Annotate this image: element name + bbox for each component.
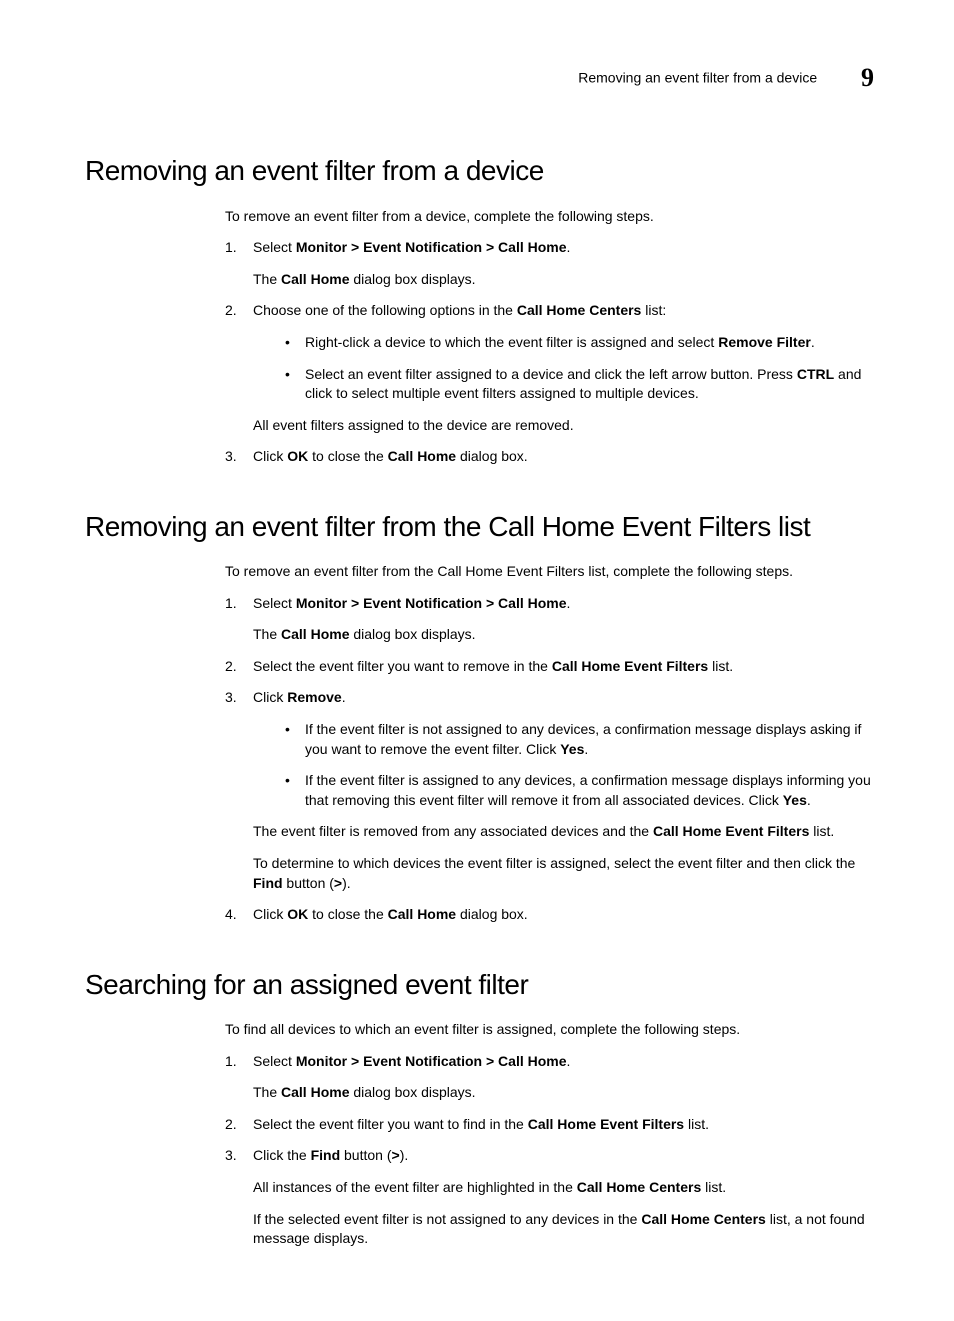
section-content: To remove an event filter from a device,… <box>225 207 884 467</box>
step-note: The Call Home dialog box displays. <box>253 1083 884 1103</box>
step-item: Select Monitor > Event Notification > Ca… <box>225 1052 884 1103</box>
bullet-list: If the event filter is not assigned to a… <box>281 720 884 810</box>
chapter-number: 9 <box>861 63 874 92</box>
step-note: If the selected event filter is not assi… <box>253 1210 884 1249</box>
step-list: Select Monitor > Event Notification > Ca… <box>225 1052 884 1249</box>
step-list: Select Monitor > Event Notification > Ca… <box>225 594 884 925</box>
section-intro: To find all devices to which an event fi… <box>225 1020 884 1040</box>
bullet-list: Right-click a device to which the event … <box>281 333 884 404</box>
step-item: Click the Find button (>).All instances … <box>225 1146 884 1248</box>
bullet-item: Right-click a device to which the event … <box>281 333 884 353</box>
step-item: Click OK to close the Call Home dialog b… <box>225 905 884 925</box>
step-list: Select Monitor > Event Notification > Ca… <box>225 238 884 467</box>
bullet-item: If the event filter is not assigned to a… <box>281 720 884 759</box>
section-content: To find all devices to which an event fi… <box>225 1020 884 1249</box>
step-note: All instances of the event filter are hi… <box>253 1178 884 1198</box>
step-item: Click OK to close the Call Home dialog b… <box>225 447 884 467</box>
section-intro: To remove an event filter from the Call … <box>225 562 884 582</box>
section-heading: Removing an event filter from a device <box>85 151 884 190</box>
running-title: Removing an event filter from a device <box>578 69 817 85</box>
section-heading: Removing an event filter from the Call H… <box>85 507 884 546</box>
step-item: Click Remove.If the event filter is not … <box>225 688 884 893</box>
step-item: Select Monitor > Event Notification > Ca… <box>225 238 884 289</box>
bullet-item: Select an event filter assigned to a dev… <box>281 365 884 404</box>
step-item: Select Monitor > Event Notification > Ca… <box>225 594 884 645</box>
step-note: To determine to which devices the event … <box>253 854 884 893</box>
step-item: Select the event filter you want to remo… <box>225 657 884 677</box>
step-item: Choose one of the following options in t… <box>225 301 884 435</box>
step-note: The Call Home dialog box displays. <box>253 270 884 290</box>
section-intro: To remove an event filter from a device,… <box>225 207 884 227</box>
document-body: Removing an event filter from a device To… <box>85 151 884 1248</box>
bullet-item: If the event filter is assigned to any d… <box>281 771 884 810</box>
page-header: Removing an event filter from a device 9 <box>85 60 884 96</box>
step-item: Select the event filter you want to find… <box>225 1115 884 1135</box>
step-note: All event filters assigned to the device… <box>253 416 884 436</box>
step-note: The event filter is removed from any ass… <box>253 822 884 842</box>
section-content: To remove an event filter from the Call … <box>225 562 884 925</box>
section-heading: Searching for an assigned event filter <box>85 965 884 1004</box>
step-note: The Call Home dialog box displays. <box>253 625 884 645</box>
